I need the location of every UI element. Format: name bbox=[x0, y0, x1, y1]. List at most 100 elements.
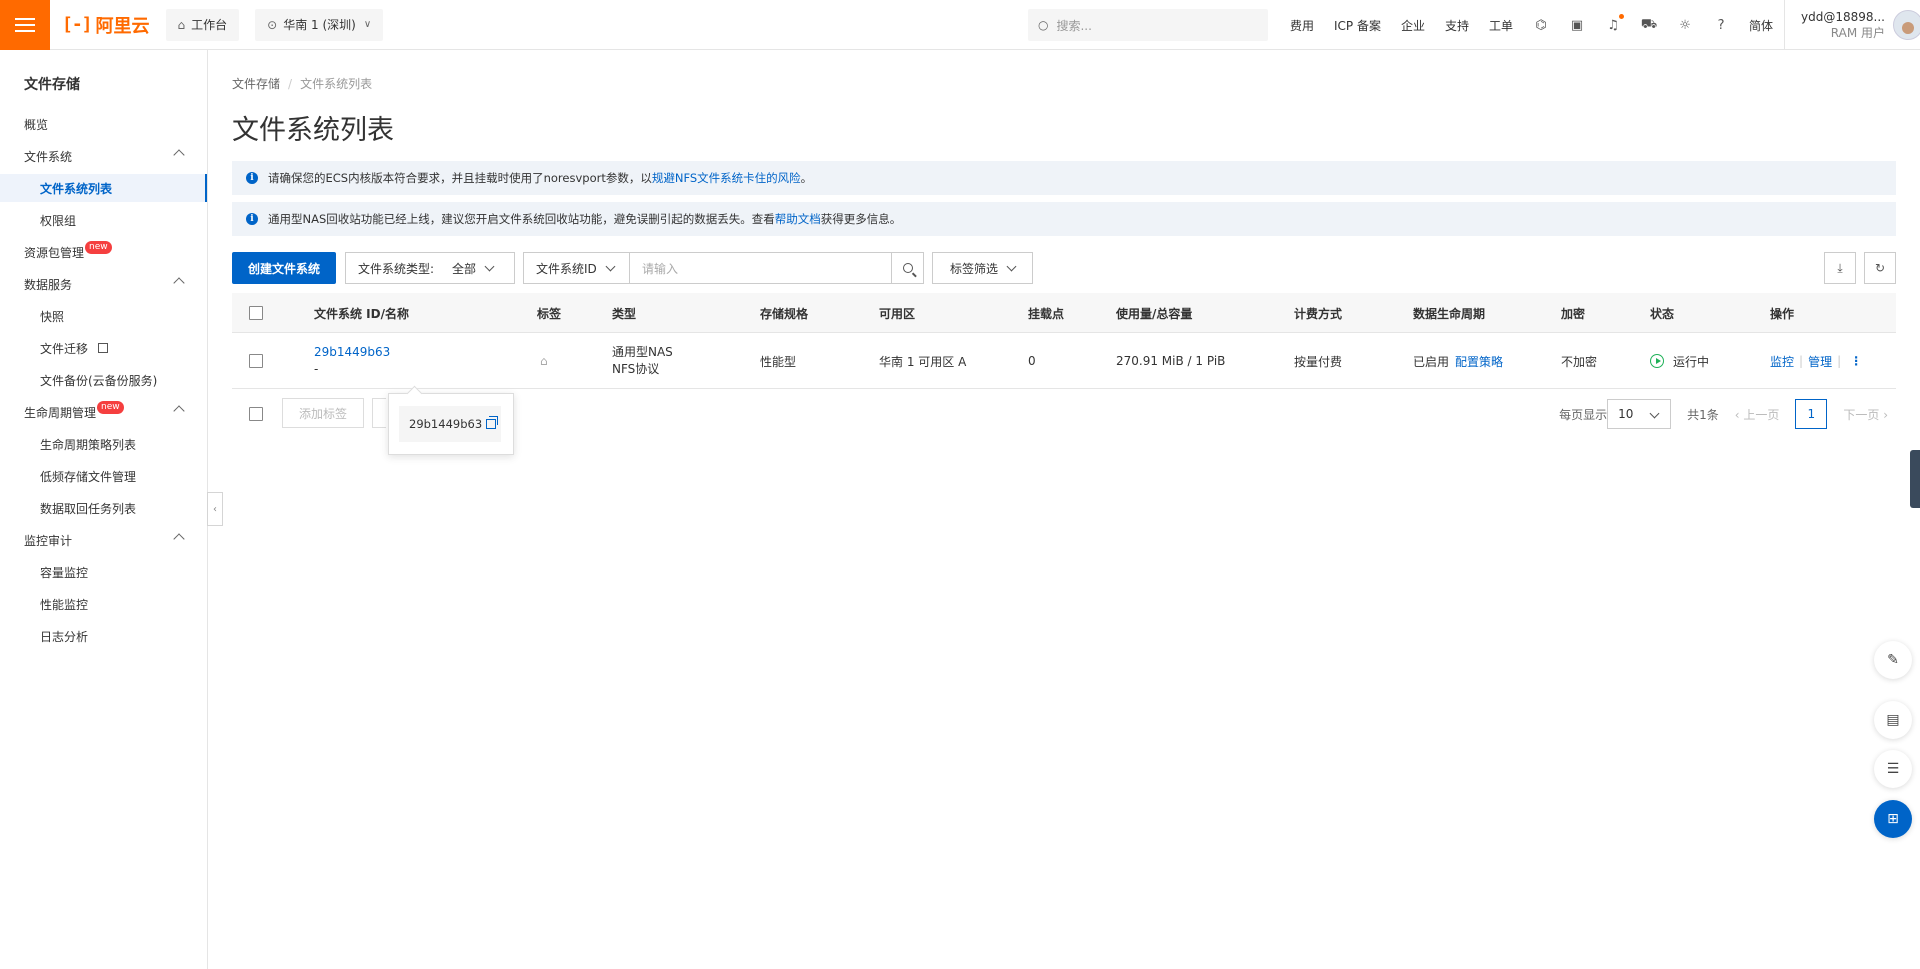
breadcrumb-root[interactable]: 文件存储 bbox=[232, 77, 280, 91]
sidebar-item-capacity-monitor[interactable]: 容量监控 bbox=[0, 558, 207, 586]
sidebar-item-log-analysis[interactable]: 日志分析 bbox=[0, 622, 207, 650]
hamburger-menu-button[interactable] bbox=[0, 0, 50, 50]
refresh-button[interactable]: ↻ bbox=[1864, 252, 1896, 284]
cart-icon[interactable]: ⛟ bbox=[1641, 17, 1657, 33]
alert-link[interactable]: 帮助文档 bbox=[775, 211, 821, 227]
nav-link-enterprise[interactable]: 企业 bbox=[1401, 17, 1425, 34]
chevron-up-icon bbox=[173, 533, 185, 545]
sidebar-title: 文件存储 bbox=[24, 77, 80, 93]
edit-feedback-button[interactable]: ✎ bbox=[1874, 641, 1912, 679]
col-header-type: 类型 bbox=[612, 306, 637, 321]
cell-id-name: 29b1449b63 - bbox=[314, 333, 390, 389]
batch-action-button[interactable] bbox=[372, 398, 386, 428]
sidebar-item-performance-monitor[interactable]: 性能监控 bbox=[0, 590, 207, 618]
sidebar-item-label: 文件系统 bbox=[24, 149, 73, 164]
cell-usage: 270.91 MiB / 1 PiB bbox=[1116, 354, 1226, 368]
nav-link-support[interactable]: 支持 bbox=[1445, 17, 1469, 34]
chevron-down-icon: ∨ bbox=[363, 19, 372, 30]
sidebar-item-file-backup[interactable]: 文件备份(云备份服务) bbox=[0, 366, 207, 394]
filesystem-id-link[interactable]: 29b1449b63 bbox=[314, 344, 390, 361]
notification-bell-icon[interactable]: ♫ bbox=[1605, 14, 1625, 33]
sidebar-item-permission-group[interactable]: 权限组 bbox=[0, 206, 207, 234]
lightbulb-icon[interactable]: ☼ bbox=[1677, 17, 1693, 33]
download-button[interactable]: ⤓ bbox=[1824, 252, 1856, 284]
monitor-link[interactable]: 监控 bbox=[1770, 353, 1794, 370]
nav-link-ticket[interactable]: 工单 bbox=[1489, 17, 1513, 34]
sidebar-item-lifecycle[interactable]: 生命周期管理 new bbox=[0, 398, 207, 426]
sidebar-item-lifecycle-policies[interactable]: 生命周期策略列表 bbox=[0, 430, 207, 458]
per-page-select[interactable]: 10 bbox=[1607, 399, 1672, 429]
manage-link[interactable]: 管理 bbox=[1808, 353, 1832, 370]
app-grid-button[interactable]: ⊞ bbox=[1874, 800, 1912, 838]
sidebar-item-filesystem[interactable]: 文件系统 bbox=[0, 142, 207, 170]
nav-link-billing[interactable]: 费用 bbox=[1290, 17, 1314, 34]
copy-icon[interactable] bbox=[486, 416, 499, 429]
configure-policy-link[interactable]: 配置策略 bbox=[1455, 353, 1503, 370]
prev-page-label: 上一页 bbox=[1743, 407, 1780, 422]
breadcrumb: 文件存储 / 文件系统列表 bbox=[232, 75, 372, 92]
cloudshell-icon[interactable]: ⌬ bbox=[1533, 17, 1549, 33]
alert-recycle-bin: i 通用型NAS回收站功能已经上线，建议您开启文件系统回收站功能，避免误删引起的… bbox=[232, 202, 1896, 236]
sidebar-item-snapshot[interactable]: 快照 bbox=[0, 302, 207, 330]
side-feedback-tab[interactable] bbox=[1910, 450, 1920, 508]
docs-button[interactable]: ▤ bbox=[1874, 701, 1912, 739]
search-field-label: 文件系统ID bbox=[536, 261, 597, 276]
sidebar-item-infrequent-access[interactable]: 低频存储文件管理 bbox=[0, 462, 207, 490]
sidebar-item-label: 文件备份(云备份服务) bbox=[40, 373, 158, 388]
sidebar-item-label: 生命周期管理 bbox=[24, 405, 97, 420]
filesystem-type-filter[interactable]: 文件系统类型: 全部 bbox=[345, 252, 515, 284]
global-search-input[interactable]: ○ 搜索... bbox=[1028, 9, 1268, 41]
sidebar-collapse-button[interactable]: ‹ bbox=[207, 492, 223, 526]
avatar[interactable] bbox=[1893, 10, 1920, 40]
sidebar-item-monitoring-audit[interactable]: 监控审计 bbox=[0, 526, 207, 554]
more-actions-icon[interactable]: ⋮ bbox=[1850, 354, 1862, 368]
location-pin-icon: ⊙ bbox=[267, 17, 278, 32]
user-menu[interactable]: ydd@18898... RAM 用户 bbox=[1784, 0, 1920, 50]
help-icon[interactable]: ? bbox=[1713, 17, 1729, 33]
tag-filter-button[interactable]: 标签筛选 bbox=[932, 252, 1033, 284]
home-icon: ⌂ bbox=[177, 17, 186, 32]
sidebar-item-retrieval-tasks[interactable]: 数据取回任务列表 bbox=[0, 494, 207, 522]
alert-text: 通用型NAS回收站功能已经上线，建议您开启文件系统回收站功能，避免误删引起的数据… bbox=[268, 212, 775, 226]
search-button[interactable] bbox=[892, 252, 924, 284]
search-icon: ○ bbox=[1038, 18, 1049, 32]
region-selector[interactable]: ⊙ 华南 1 (深圳) ∨ bbox=[255, 8, 384, 41]
page-title: 文件系统列表 bbox=[232, 115, 394, 146]
sidebar-item-overview[interactable]: 概览 bbox=[0, 110, 207, 138]
filesystem-search-input[interactable]: 请输入 bbox=[630, 252, 892, 284]
refresh-icon: ↻ bbox=[1874, 261, 1886, 275]
filesystem-name: - bbox=[314, 362, 319, 376]
terminal-icon[interactable]: ▣ bbox=[1569, 17, 1585, 33]
new-badge: new bbox=[97, 400, 124, 414]
cell-zone: 华南 1 可用区 A bbox=[879, 354, 967, 369]
sidebar-item-filesystem-list[interactable]: 文件系统列表 bbox=[0, 174, 207, 202]
workbench-button[interactable]: ⌂ 工作台 bbox=[165, 8, 240, 41]
col-header-actions: 操作 bbox=[1770, 306, 1795, 321]
create-filesystem-button[interactable]: 创建文件系统 bbox=[232, 252, 336, 284]
cell-tags[interactable]: ⌂ bbox=[540, 333, 548, 389]
nav-link-icp[interactable]: ICP 备案 bbox=[1334, 17, 1381, 34]
language-switch[interactable]: 简体 bbox=[1749, 17, 1773, 34]
total-count: 共1条 bbox=[1687, 407, 1719, 422]
row-checkbox[interactable] bbox=[249, 333, 263, 389]
lifecycle-status: 已启用 bbox=[1413, 354, 1450, 369]
next-page-button[interactable]: 下一页 › bbox=[1843, 406, 1888, 423]
popover-content: 29b1449b63 bbox=[399, 406, 501, 442]
sidebar-item-resource-package[interactable]: 资源包管理 new bbox=[0, 238, 207, 266]
chat-button[interactable]: ☰ bbox=[1874, 750, 1912, 788]
aliyun-logo[interactable]: [-] 阿里云 bbox=[62, 12, 150, 38]
select-all-checkbox[interactable] bbox=[249, 293, 263, 333]
page-1-button[interactable]: 1 bbox=[1795, 399, 1828, 429]
table-row: 29b1449b63 - ⌂ 通用型NAS NFS协议 性能型 华南 1 可用区… bbox=[232, 333, 1896, 389]
external-link-icon bbox=[98, 343, 109, 353]
sidebar-item-label: 资源包管理 bbox=[24, 245, 85, 260]
footer-select-all-checkbox[interactable] bbox=[249, 398, 263, 430]
cell-type: 通用型NAS NFS协议 bbox=[612, 333, 673, 389]
sidebar-item-file-migration[interactable]: 文件迁移 bbox=[0, 334, 207, 362]
alert-link[interactable]: 规避NFS文件系统卡住的风险 bbox=[652, 170, 801, 186]
prev-page-button[interactable]: ‹ 上一页 bbox=[1735, 406, 1780, 423]
add-tag-button[interactable]: 添加标签 bbox=[282, 398, 364, 428]
cell-status: 运行中 bbox=[1650, 333, 1709, 389]
search-field-select[interactable]: 文件系统ID bbox=[523, 252, 630, 284]
sidebar-item-data-service[interactable]: 数据服务 bbox=[0, 270, 207, 298]
